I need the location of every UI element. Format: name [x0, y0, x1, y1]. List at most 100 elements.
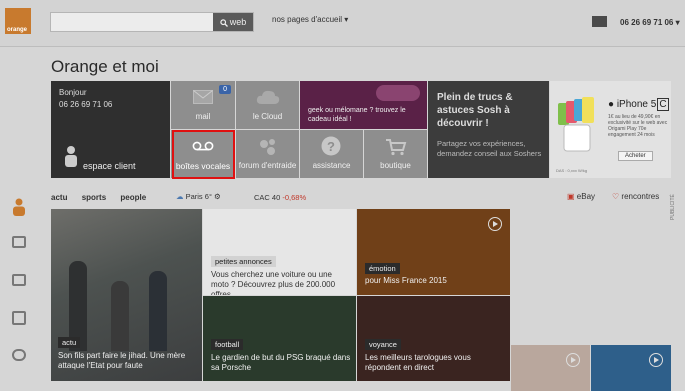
tile-espace-client[interactable]: Bonjour 06 26 69 71 06 espace client: [51, 81, 170, 178]
question-icon: ?: [321, 136, 341, 156]
gamepad-icon[interactable]: [12, 349, 26, 361]
tile-label: mail: [195, 112, 211, 121]
play-icon: [566, 353, 580, 367]
news-card-football[interactable]: football Le gardien de but du PSG braqué…: [203, 296, 356, 381]
tile-sosh[interactable]: Plein de trucs & astuces Sosh à découvri…: [428, 81, 549, 178]
cac40-ticker[interactable]: CAC 40 -0,68%: [254, 193, 306, 202]
ad-brand-text: iPhone 5: [616, 99, 657, 110]
tile-boutique[interactable]: boutique: [364, 130, 427, 178]
news-icon[interactable]: [12, 236, 26, 248]
news-caption: pour Miss France 2015: [365, 276, 447, 285]
acheter-button[interactable]: Acheter: [618, 151, 653, 161]
pages-accueil-menu[interactable]: nos pages d'accueil ▾: [272, 15, 348, 24]
news-caption: Son fils part faire le jihad. Une mère a…: [58, 351, 186, 370]
category-tag: football: [211, 339, 244, 350]
tile-label: forum d'entraide: [238, 161, 297, 170]
ad-fineprint: DAS : 0,xxx W/kg: [556, 168, 588, 173]
play-icon: [488, 217, 502, 231]
tile-promo-cadeau[interactable]: geek ou mélomane ? trouvez le cadeau idé…: [300, 81, 427, 129]
search-input[interactable]: [51, 13, 213, 31]
tile-label: assistance: [312, 161, 351, 170]
search-button[interactable]: web: [213, 13, 253, 31]
tv-icon[interactable]: [12, 274, 26, 286]
weather-city: Paris: [185, 192, 203, 201]
cart-icon: [386, 139, 407, 156]
chevron-down-icon: ▾: [675, 18, 680, 27]
phones-image: [558, 97, 594, 152]
figure-shape: [149, 271, 167, 351]
film-icon[interactable]: [12, 311, 26, 325]
news-card-actu[interactable]: actu Son fils part faire le jihad. Une m…: [51, 209, 202, 381]
tile-cloud[interactable]: le Cloud: [236, 81, 299, 129]
apple-icon: ●: [608, 99, 615, 110]
person-icon[interactable]: [12, 198, 26, 216]
rencontres-label: rencontres: [621, 192, 660, 201]
play-icon: [649, 353, 663, 367]
envelope-icon[interactable]: [592, 16, 607, 27]
ad-iphone[interactable]: ● iPhone 5C 1€ au lieu de 49,90€ en excl…: [550, 81, 671, 178]
selection-highlight: [172, 130, 235, 179]
category-tag: actu: [58, 337, 81, 348]
account-menu[interactable]: 06 26 69 71 06 ▾: [620, 18, 680, 27]
figure-shape: [111, 281, 129, 351]
cac-value: -0,68%: [282, 193, 307, 202]
chevron-down-icon: ▾: [344, 15, 349, 24]
news-caption: Les meilleurs tarologues vous répondent …: [365, 353, 471, 372]
nav-sports[interactable]: sports: [82, 193, 106, 202]
news-caption: Vous cherchez une voiture ou une moto ? …: [211, 270, 336, 295]
news-card-emotion[interactable]: émotion pour Miss France 2015: [357, 209, 510, 295]
ebay-label: eBay: [576, 192, 596, 201]
tile-label: espace client: [83, 161, 136, 171]
account-phone: 06 26 69 71 06: [620, 18, 674, 27]
gear-icon[interactable]: ⚙: [214, 192, 221, 201]
ebay-link[interactable]: ▣ eBay: [567, 192, 595, 201]
sosh-subtext: Partagez vos expériences, demandez conse…: [437, 139, 542, 158]
news-caption: Le gardien de but du PSG braqué dans sa …: [211, 353, 351, 372]
page-title: Orange et moi: [51, 57, 159, 76]
top-bar: orange web nos pages d'accueil ▾ 06 26 6…: [0, 0, 685, 47]
ad-description: 1€ au lieu de 49,90€ en exclusivité sur …: [608, 114, 668, 138]
search-button-label: web: [229, 17, 247, 27]
forum-icon: [260, 139, 275, 155]
greeting: Bonjour: [59, 88, 87, 97]
sosh-headline: Plein de trucs & astuces Sosh à découvri…: [437, 92, 513, 129]
cloud-icon: ☁: [176, 192, 184, 201]
tile-assistance[interactable]: ? assistance: [300, 130, 363, 178]
person-icon: [65, 146, 77, 167]
pages-accueil-label: nos pages d'accueil: [272, 15, 343, 24]
news-card-voyance[interactable]: voyance Les meilleurs tarologues vous ré…: [357, 296, 510, 381]
rencontres-link[interactable]: ♡ rencontres: [612, 192, 659, 201]
news-card-ad-2[interactable]: [591, 345, 671, 391]
category-tag: petites annonces: [211, 256, 276, 267]
nav-actu[interactable]: actu: [51, 193, 67, 202]
weather-temp: 6°: [204, 192, 212, 201]
category-tag: émotion: [365, 263, 400, 274]
orange-logo[interactable]: orange: [5, 8, 31, 34]
tile-forum-entraide[interactable]: forum d'entraide: [236, 130, 299, 178]
publicite-label: PUBLICITÉ: [670, 194, 676, 220]
category-tag: voyance: [365, 339, 401, 350]
cac-label: CAC 40: [254, 193, 281, 202]
ebay-icon: ▣: [567, 192, 575, 201]
cloud-icon: [256, 90, 280, 104]
mail-count-badge: 0: [219, 85, 231, 94]
tile-label: le Cloud: [252, 112, 283, 121]
user-number: 06 26 69 71 06: [59, 100, 113, 109]
promo-text: geek ou mélomane ? trouvez le cadeau idé…: [308, 107, 406, 123]
sneaker-icon: [376, 85, 420, 101]
envelope-icon: [193, 90, 213, 104]
heart-icon: ♡: [612, 192, 620, 201]
news-card-ad-1[interactable]: [511, 345, 590, 391]
news-nav: actu sports people: [51, 193, 158, 202]
ad-brand-suffix: C: [657, 98, 669, 111]
news-card-annonces[interactable]: petites annonces Vous cherchez une voitu…: [203, 209, 356, 295]
nav-people[interactable]: people: [120, 193, 146, 202]
ad-brand: ● iPhone 5C: [608, 98, 669, 111]
search-icon: [220, 18, 228, 27]
weather-widget[interactable]: ☁ Paris 6° ⚙: [176, 192, 221, 201]
tile-label: boutique: [380, 161, 411, 170]
svg-text:?: ?: [327, 139, 335, 154]
logo-text: orange: [7, 27, 28, 33]
search-box: web: [50, 12, 254, 32]
tile-mail[interactable]: 0 mail: [171, 81, 235, 129]
